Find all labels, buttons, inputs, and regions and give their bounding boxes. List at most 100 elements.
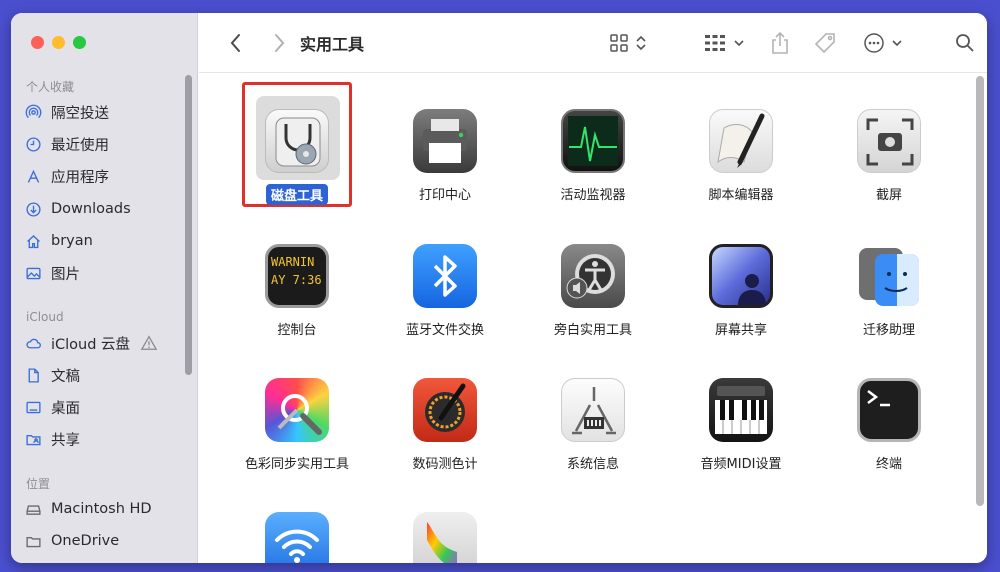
app-item-disk-utility[interactable]: 磁盘工具 [223,109,371,205]
close-button[interactable] [31,36,44,49]
clock-icon [26,136,41,152]
printer-icon [413,109,477,173]
console-screen-line: AY 7:36 [271,273,322,287]
more-actions-button[interactable] [863,30,903,56]
sidebar-item-label: OneDrive [51,533,120,549]
share-icon [772,31,788,54]
activity-monitor-icon [561,109,625,173]
app-item-colorsync-utility[interactable]: 色彩同步实用工具 [223,378,371,472]
forward-button[interactable] [272,30,286,56]
sidebar-item-applications[interactable]: 应用程序 [25,163,185,189]
window-title: 实用工具 [300,35,365,54]
window-controls [31,36,86,49]
sidebar-item-documents[interactable]: 文稿 [25,362,185,388]
terminal-icon [857,378,921,442]
chevron-down-icon [734,40,744,47]
app-label: 控制台 [277,323,317,338]
content-scrollbar[interactable] [976,76,984,506]
voiceover-icon [561,244,625,308]
download-icon [26,201,41,217]
sidebar-item-label: 最近使用 [51,137,109,154]
warning-icon[interactable] [140,334,158,352]
app-label: 磁盘工具 [265,184,328,205]
sidebar-item-icloud-drive[interactable]: iCloud 云盘 [25,330,185,356]
migration-assistant-icon [857,244,921,308]
app-item-print-center[interactable]: 打印中心 [371,109,519,203]
app-item-screenshot[interactable]: 截屏 [815,109,963,203]
app-label: 色彩同步实用工具 [244,457,349,472]
system-information-icon [561,378,625,442]
file-grid: 磁盘工具 打印中心 活动监视器 脚本编辑器 截屏 WARNIN AY 7:36 … [199,74,987,563]
sidebar-item-label: 文稿 [51,368,80,385]
shared-folder-icon [26,434,41,445]
folder-icon [26,536,41,547]
tag-button[interactable] [813,30,837,56]
app-item-digital-color-meter[interactable]: 数码测色计 [371,378,519,472]
back-button[interactable] [229,30,243,56]
sidebar-item-label: Downloads [51,201,131,217]
sidebar-item-airdrop[interactable]: 隔空投送 [25,99,185,125]
zoom-button[interactable] [73,36,86,49]
chevron-right-icon [275,34,285,52]
script-editor-icon [709,109,773,173]
ellipsis-circle-icon [864,33,884,53]
sidebar-item-label: 共享 [51,432,80,449]
screenshot-icon [857,109,921,173]
sidebar-item-downloads[interactable]: Downloads [25,196,185,222]
app-item-wireless-diagnostics[interactable] [223,512,371,563]
sidebar-item-label: bryan [51,233,93,249]
sidebar-item-desktop[interactable]: 桌面 [25,394,185,420]
toolbar: 实用工具 [199,13,987,73]
disk-utility-icon [265,109,329,173]
app-item-grapher[interactable] [371,512,519,563]
app-item-script-editor[interactable]: 脚本编辑器 [667,109,815,203]
sidebar-item-label: 图片 [51,266,80,283]
app-item-bluetooth-file-exchange[interactable]: 蓝牙文件交换 [371,244,519,338]
app-item-voiceover-utility[interactable]: 旁白实用工具 [519,244,667,338]
console-screen-line: WARNIN [271,255,315,269]
app-item-console[interactable]: WARNIN AY 7:36 控制台 [223,244,371,338]
app-label: 终端 [875,457,902,472]
view-mode-button[interactable] [609,30,647,56]
sidebar-item-home[interactable]: bryan [25,228,185,254]
app-label: 蓝牙文件交换 [405,323,484,338]
app-item-audio-midi-setup[interactable]: 音频MIDI设置 [667,378,815,472]
chevron-updown-icon [636,35,646,51]
chevron-down-icon [892,40,902,47]
tag-icon [814,33,835,54]
minimize-button[interactable] [52,36,65,49]
search-button[interactable] [955,30,975,56]
app-label: 屏幕共享 [714,323,767,338]
app-label: 迁移助理 [862,323,915,338]
photo-icon [26,267,41,279]
disk-icon [26,504,41,515]
sidebar-item-recents[interactable]: 最近使用 [25,131,185,157]
sidebar-item-macintosh-hd[interactable]: Macintosh HD [25,496,185,522]
group-grid-icon [705,35,725,51]
color-meter-icon [413,378,477,442]
document-icon [28,367,39,383]
icon-grid-icon [610,34,628,52]
colorsync-icon [265,378,329,442]
sidebar: 个人收藏 隔空投送 最近使用 应用程序 Downloads bryan 图片 i… [11,13,198,563]
group-button[interactable] [704,30,745,56]
sidebar-item-pictures[interactable]: 图片 [25,260,185,286]
home-icon [27,234,40,248]
sidebar-scrollbar[interactable] [185,75,192,375]
sidebar-item-onedrive[interactable]: OneDrive [25,528,185,554]
app-item-activity-monitor[interactable]: 活动监视器 [519,109,667,203]
app-item-screen-sharing[interactable]: 屏幕共享 [667,244,815,338]
app-item-migration-assistant[interactable]: 迁移助理 [815,244,963,338]
app-item-terminal[interactable]: 终端 [815,378,963,472]
sidebar-item-label: 隔空投送 [51,105,109,122]
app-label: 旁白实用工具 [553,323,632,338]
app-label: 数码测色计 [412,457,478,472]
app-label: 截屏 [875,188,902,203]
applications-icon [27,169,40,183]
share-button[interactable] [770,30,790,56]
search-icon [956,34,974,52]
sidebar-item-label: Macintosh HD [51,501,152,517]
app-item-system-information[interactable]: 系统信息 [519,378,667,472]
locations-section-title: 位置 [26,477,51,491]
sidebar-item-shared[interactable]: 共享 [25,426,185,452]
